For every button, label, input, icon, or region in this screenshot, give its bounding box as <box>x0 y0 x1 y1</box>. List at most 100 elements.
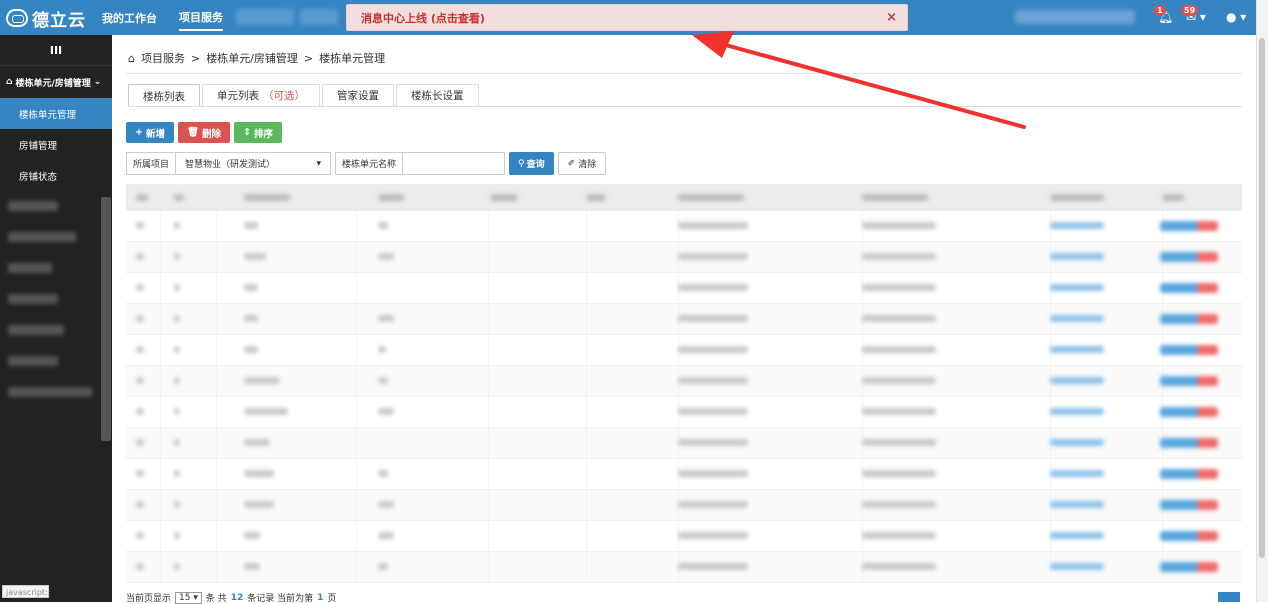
table-row[interactable] <box>126 335 1242 366</box>
sidebar-item-shop-status[interactable]: 房铺状态 <box>0 160 112 191</box>
table-cell <box>244 532 260 539</box>
table-cell <box>244 377 280 384</box>
table-cell <box>136 501 144 508</box>
sidebar-item-shop[interactable]: 房铺管理 <box>0 129 112 160</box>
table-cell <box>678 315 748 322</box>
table-row[interactable] <box>126 366 1242 397</box>
table-header <box>126 184 1242 211</box>
blurred-sidebar-item[interactable] <box>0 191 112 222</box>
row-action-buttons[interactable] <box>1160 531 1218 541</box>
building-unit-name-input[interactable] <box>403 152 506 175</box>
blurred-sidebar-item[interactable] <box>0 253 112 284</box>
table-row[interactable] <box>126 521 1242 552</box>
nav-project-service[interactable]: 项目服务 <box>179 5 223 31</box>
clear-button[interactable]: ✐ 清除 <box>557 152 607 175</box>
blurred-sidebar-item[interactable] <box>0 222 112 253</box>
user-menu-icon[interactable]: ● ▾ <box>1226 10 1246 24</box>
project-select[interactable]: 智慧物业（研发测试） ▾ <box>176 152 332 175</box>
row-action-buttons[interactable] <box>1160 407 1218 417</box>
pagination-button[interactable] <box>1218 592 1240 602</box>
row-link[interactable] <box>1050 377 1104 384</box>
status-bar-url: javascript:; <box>2 585 50 598</box>
query-button[interactable]: ⚲ 查询 <box>509 152 554 175</box>
table-cell <box>174 408 180 415</box>
delete-button[interactable]: 🗑︎ 删除 <box>177 122 231 143</box>
table-row[interactable] <box>126 304 1242 335</box>
table-row[interactable] <box>126 273 1242 304</box>
message-center-notice[interactable]: 消息中心上线 (点击查看) × <box>346 4 908 31</box>
row-link[interactable] <box>1050 284 1104 291</box>
row-action-buttons[interactable] <box>1160 500 1218 510</box>
close-notice-button[interactable]: × <box>886 10 897 25</box>
table-row[interactable] <box>126 552 1242 583</box>
table-cell <box>862 253 936 260</box>
table-cell <box>174 346 180 353</box>
row-action-buttons[interactable] <box>1160 562 1218 572</box>
sort-button[interactable]: ⇕ 排序 <box>234 122 283 143</box>
row-link[interactable] <box>1050 532 1104 539</box>
add-button[interactable]: + 新增 <box>126 122 174 143</box>
breadcrumb-item[interactable]: 项目服务 <box>141 50 185 66</box>
row-action-buttons[interactable] <box>1160 469 1218 479</box>
row-link[interactable] <box>1050 408 1104 415</box>
row-action-buttons[interactable] <box>1160 252 1218 262</box>
breadcrumb-item[interactable]: 楼栋单元/房铺管理 <box>206 50 298 66</box>
row-link[interactable] <box>1050 563 1104 570</box>
table-row[interactable] <box>126 242 1242 273</box>
row-action-buttons[interactable] <box>1160 438 1218 448</box>
home-icon: ⌂ <box>128 51 135 65</box>
table-cell <box>378 377 388 384</box>
table-row[interactable] <box>126 428 1242 459</box>
blurred-sidebar-item[interactable] <box>0 315 112 346</box>
table-cell <box>136 532 144 539</box>
sidebar-group-building[interactable]: ⌂ 楼栋单元/房铺管理 ⌄ <box>0 66 112 98</box>
row-link[interactable] <box>1050 346 1104 353</box>
blurred-sidebar-item[interactable] <box>0 377 112 408</box>
row-action-buttons[interactable] <box>1160 376 1218 386</box>
row-link[interactable] <box>1050 253 1104 260</box>
row-link[interactable] <box>1050 439 1104 446</box>
tab-building-list[interactable]: 楼栋列表 <box>128 84 200 107</box>
project-label: 所属项目 <box>126 152 177 175</box>
sidebar-item-building-unit[interactable]: 楼栋单元管理 <box>0 98 112 129</box>
brand-logo[interactable]: 德立云 <box>6 7 86 31</box>
tab-steward-settings[interactable]: 管家设置 <box>322 84 394 106</box>
tab-building-leader-settings[interactable]: 楼栋长设置 <box>396 84 479 106</box>
row-action-buttons[interactable] <box>1160 314 1218 324</box>
table-cell <box>244 284 258 291</box>
table-cell <box>678 284 748 291</box>
row-link[interactable] <box>1050 470 1104 477</box>
eraser-icon: ✐ <box>567 158 576 169</box>
table-cell <box>244 470 274 477</box>
row-action-buttons[interactable] <box>1160 345 1218 355</box>
table-cell <box>244 253 266 260</box>
nav-workbench[interactable]: 我的工作台 <box>102 6 157 30</box>
sidebar-toggle-button[interactable]: III <box>0 35 112 66</box>
table-row[interactable] <box>126 490 1242 521</box>
row-link[interactable] <box>1050 501 1104 508</box>
table-cell <box>174 532 180 539</box>
row-action-buttons[interactable] <box>1160 221 1218 231</box>
bell-badge: 1 <box>1154 5 1166 16</box>
action-toolbar: + 新增 🗑︎ 删除 ⇕ 排序 <box>126 122 283 143</box>
row-link[interactable] <box>1050 222 1104 229</box>
sidebar: III ⌂ 楼栋单元/房铺管理 ⌄ 楼栋单元管理 房铺管理 房铺状态 <box>0 35 112 602</box>
table-cell <box>244 222 258 229</box>
blurred-sidebar-item[interactable] <box>0 284 112 315</box>
row-link[interactable] <box>1050 315 1104 322</box>
scrollbar-thumb[interactable] <box>1259 38 1265 558</box>
table-cell <box>244 346 258 353</box>
tab-bar: 楼栋列表 单元列表 （可选） 管家设置 楼栋长设置 <box>128 84 481 107</box>
page-scrollbar[interactable] <box>1256 0 1268 602</box>
table-cell <box>244 501 274 508</box>
row-action-buttons[interactable] <box>1160 283 1218 293</box>
table-row[interactable] <box>126 211 1242 242</box>
sidebar-scrollbar[interactable] <box>101 197 111 441</box>
table-row[interactable] <box>126 459 1242 490</box>
cloud-logo-icon <box>6 9 28 27</box>
blurred-sidebar-item[interactable] <box>0 346 112 377</box>
table-cell <box>244 408 288 415</box>
tab-unit-list[interactable]: 单元列表 （可选） <box>202 84 320 106</box>
caret-down-icon: ▾ <box>316 158 322 169</box>
table-row[interactable] <box>126 397 1242 428</box>
